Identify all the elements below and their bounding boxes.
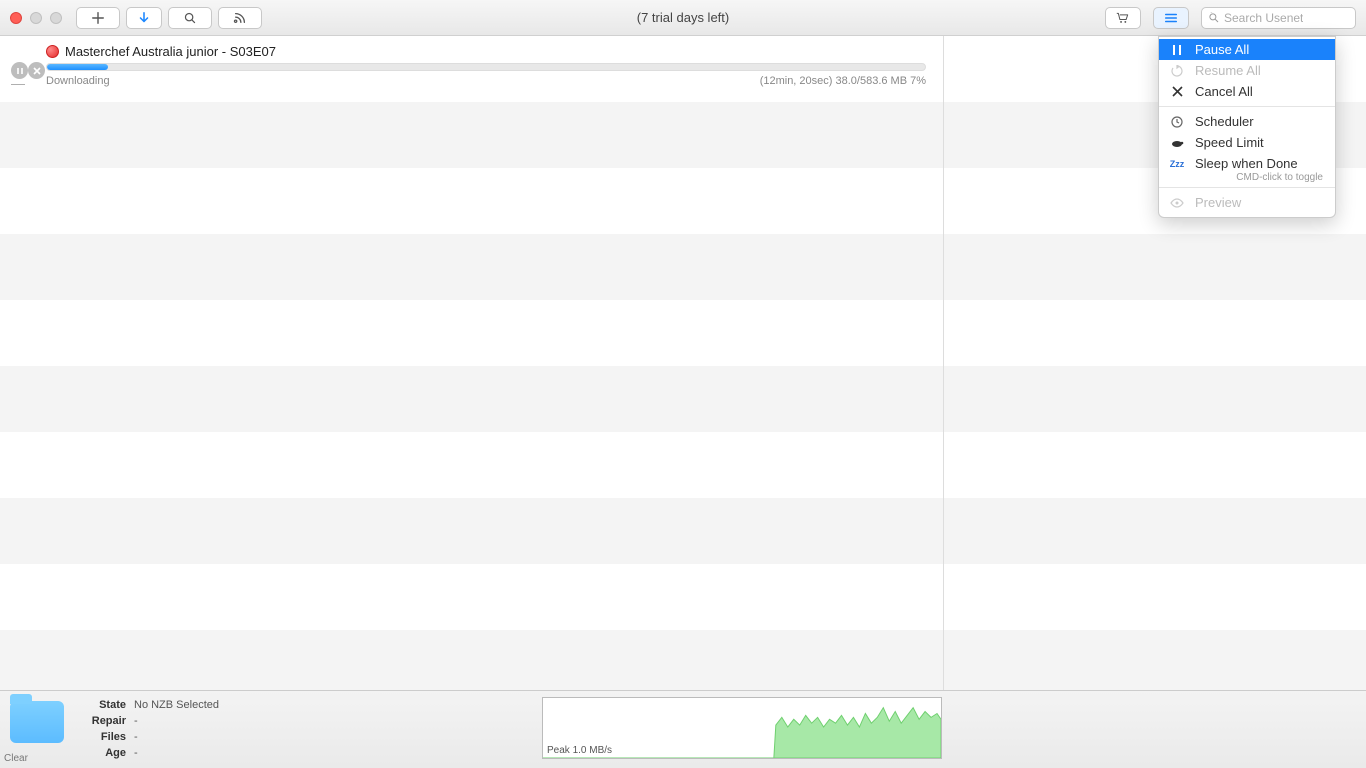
menu-separator <box>1159 106 1335 107</box>
resume-icon <box>1169 65 1185 77</box>
menu-label: Pause All <box>1195 42 1249 57</box>
repair-value: - <box>134 713 138 729</box>
download-stats: (12min, 20sec) 38.0/583.6 MB 7% <box>760 75 926 87</box>
main-area: Masterchef Australia junior - S03E07 — D… <box>0 36 1366 690</box>
maximize-window-button[interactable] <box>50 12 62 24</box>
download-icon <box>137 11 151 25</box>
minimize-window-button[interactable] <box>30 12 42 24</box>
files-label: Files <box>80 729 126 745</box>
menu-scheduler[interactable]: Scheduler <box>1159 111 1335 132</box>
age-value: - <box>134 745 138 761</box>
rss-icon <box>233 11 247 25</box>
clock-icon <box>1169 116 1185 128</box>
search-placeholder: Search Usenet <box>1224 11 1303 25</box>
state-label: State <box>80 697 126 713</box>
downloads-list: Masterchef Australia junior - S03E07 — D… <box>0 36 944 690</box>
collapse-toggle[interactable]: — <box>0 75 36 91</box>
sidebar-pane: Pause All Resume All Cancel All Schedule… <box>944 36 1366 690</box>
download-arrow-button[interactable] <box>126 7 162 29</box>
menu-label: Preview <box>1195 195 1241 210</box>
pause-icon <box>1169 44 1185 56</box>
cart-button[interactable] <box>1105 7 1141 29</box>
cancel-icon <box>1169 86 1185 97</box>
close-window-button[interactable] <box>10 12 22 24</box>
add-button[interactable] <box>76 7 120 29</box>
menu-label: Sleep when Done <box>1195 156 1298 171</box>
x-icon <box>33 67 41 75</box>
menu-speed-limit[interactable]: Speed Limit <box>1159 132 1335 153</box>
menu-label: Cancel All <box>1195 84 1253 99</box>
menu-sleep-when-done[interactable]: Zzz Sleep when Done <box>1159 153 1335 174</box>
menu-sleep-hint: CMD-click to toggle <box>1159 172 1335 183</box>
download-title: Masterchef Australia junior - S03E07 <box>65 44 276 59</box>
eye-icon <box>1169 198 1185 208</box>
graph-peak-label: Peak 1.0 MB/s <box>547 745 612 756</box>
download-status: Downloading <box>46 75 110 87</box>
actions-menu: Pause All Resume All Cancel All Schedule… <box>1158 36 1336 218</box>
menu-cancel-all[interactable]: Cancel All <box>1159 81 1335 102</box>
menu-label: Scheduler <box>1195 114 1254 129</box>
sleep-icon: Zzz <box>1169 159 1185 169</box>
status-bar: Clear State No NZB Selected Repair- Files… <box>0 690 1366 768</box>
search-field[interactable]: Search Usenet <box>1201 7 1356 29</box>
plus-icon <box>91 11 105 25</box>
titlebar: (7 trial days left) Search Usenet <box>0 0 1366 36</box>
speed-graph: Peak 1.0 MB/s <box>542 697 942 759</box>
folder-icon[interactable] <box>10 701 64 743</box>
search-toolbar-button[interactable] <box>168 7 212 29</box>
menu-label: Speed Limit <box>1195 135 1264 150</box>
repair-label: Repair <box>80 713 126 729</box>
magnifier-icon <box>183 11 197 25</box>
info-panel: State No NZB Selected Repair- Files- Age- <box>80 697 219 761</box>
menu-resume-all: Resume All <box>1159 60 1335 81</box>
menu-pause-all[interactable]: Pause All <box>1159 39 1335 60</box>
hamburger-icon <box>1164 11 1178 25</box>
progress-fill <box>47 64 108 70</box>
download-row[interactable]: Masterchef Australia junior - S03E07 — D… <box>0 36 943 102</box>
menu-preview: Preview <box>1159 192 1335 213</box>
pause-icon <box>16 67 24 75</box>
menu-separator <box>1159 187 1335 188</box>
age-label: Age <box>80 745 126 761</box>
files-value: - <box>134 729 138 745</box>
state-value: No NZB Selected <box>134 697 219 713</box>
cart-icon <box>1116 11 1130 25</box>
progress-bar <box>46 63 926 71</box>
clear-label[interactable]: Clear <box>4 753 28 764</box>
turtle-icon <box>1169 138 1185 148</box>
menu-label: Resume All <box>1195 63 1261 78</box>
rss-button[interactable] <box>218 7 262 29</box>
record-icon <box>46 45 59 58</box>
menu-button[interactable] <box>1153 7 1189 29</box>
search-glass-icon <box>1208 12 1220 24</box>
window-controls <box>10 12 62 24</box>
